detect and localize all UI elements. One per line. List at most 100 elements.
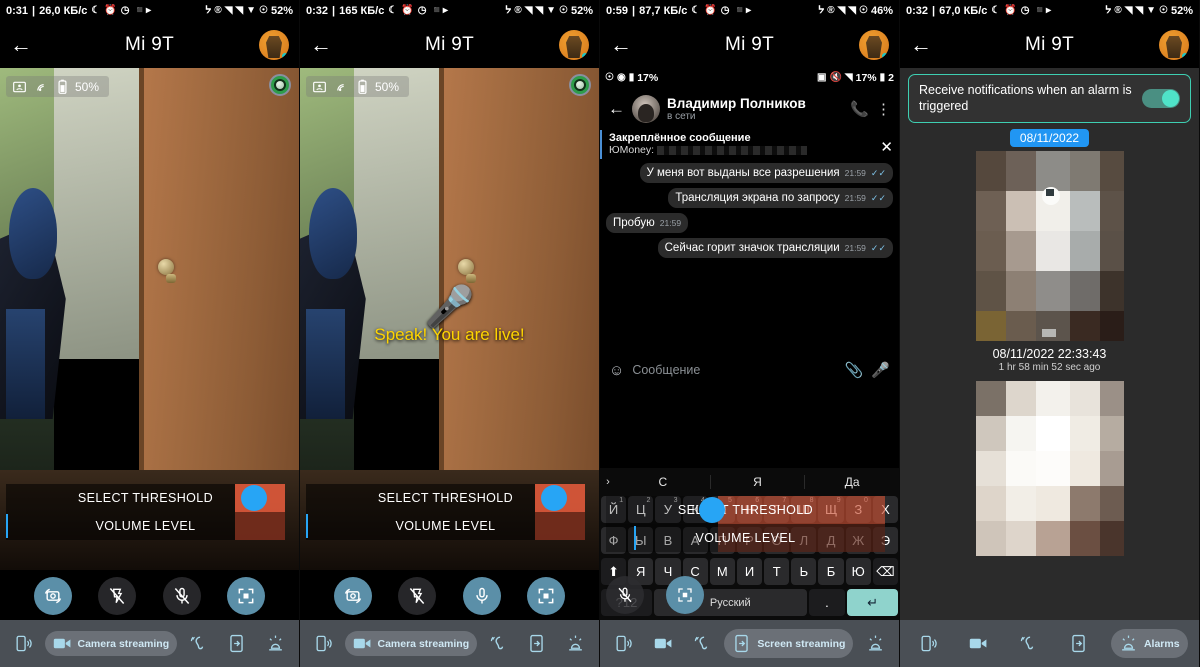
nav-audio-streaming[interactable]	[606, 629, 641, 658]
microphone-icon[interactable]: 🎤	[871, 361, 890, 379]
message-bubble[interactable]: Сейчас горит значок трансляции 21:59 ✓✓	[657, 238, 893, 258]
nav-camera-streaming[interactable]	[961, 631, 996, 656]
video-record-icon: ◾▸	[133, 5, 152, 16]
more-vert-icon[interactable]: ⋮	[876, 100, 891, 118]
back-button[interactable]: ←	[10, 32, 40, 58]
volume-level-row[interactable]: VOLUME LEVEL	[606, 524, 885, 552]
paperclip-icon[interactable]: 📎	[845, 361, 864, 379]
nav-camera-streaming[interactable]: Camera streaming	[344, 631, 478, 656]
key[interactable]: И	[736, 558, 763, 585]
camera-video-view[interactable]: 50% 🎤 Speak! You are live! SELECT THRESH…	[300, 68, 599, 570]
fullscreen-button[interactable]	[526, 577, 565, 615]
flash-off-button[interactable]	[98, 577, 137, 615]
avatar[interactable]	[1159, 30, 1189, 60]
telegram-back-button[interactable]: ←	[608, 99, 625, 119]
volume-level-row[interactable]: VOLUME LEVEL	[306, 512, 585, 540]
mic-on-button[interactable]	[462, 577, 501, 615]
key[interactable]: Т	[764, 558, 790, 585]
nav-alarms[interactable]	[558, 629, 593, 658]
backspace-key[interactable]: ⌫	[872, 558, 899, 585]
flash-off-button[interactable]	[398, 577, 437, 615]
nav-audio-streaming[interactable]	[6, 629, 41, 658]
device-battery-text: 50%	[75, 79, 100, 94]
microphone-icon: 🎤	[424, 284, 475, 329]
volume-level-row[interactable]: VOLUME LEVEL	[6, 512, 285, 540]
enter-key[interactable]: ↵	[847, 589, 898, 616]
nav-alarms[interactable]	[258, 629, 293, 658]
camera-video-view[interactable]: 50% SELECT THRESHOLD VOLUME LEVEL	[0, 68, 299, 570]
select-threshold-row[interactable]: SELECT THRESHOLD	[6, 484, 285, 512]
select-threshold-row[interactable]: SELECT THRESHOLD	[306, 484, 585, 512]
message-bubble[interactable]: У меня вот выданы все разрешения 21:59 ✓…	[639, 163, 893, 183]
phone-sound-icon	[921, 635, 938, 652]
message-input[interactable]: Сообщение	[632, 363, 836, 377]
threshold-slider-knob[interactable]	[699, 497, 726, 523]
nav-alarms[interactable]: Alarms	[1110, 629, 1188, 658]
alarms-list[interactable]: Receive notifications when an alarm is t…	[900, 68, 1199, 620]
nav-screen-streaming[interactable]	[519, 629, 554, 658]
close-icon[interactable]: ✕	[880, 138, 893, 156]
nav-listening[interactable]	[481, 629, 516, 658]
back-button[interactable]: ←	[310, 32, 340, 58]
fullscreen-icon	[238, 588, 254, 604]
keyboard-suggestions: › С Я Да	[600, 470, 899, 494]
notification-toggle[interactable]	[1142, 89, 1180, 109]
webcam-badge-icon[interactable]	[269, 74, 291, 96]
avatar[interactable]	[859, 30, 889, 60]
nav-listening[interactable]	[1011, 629, 1046, 658]
avatar[interactable]	[259, 30, 289, 60]
panel-alarms: 0:32 | 67,0 КБ/c ☾ ⏰ ◷ ◾▸ ᔭ ® ◥ ◥ ▼ ☉ 52…	[900, 0, 1200, 667]
threshold-volume-overlay[interactable]: SELECT THRESHOLD VOLUME LEVEL	[306, 484, 585, 540]
message-input-bar: ☺ Сообщение 📎 🎤	[600, 352, 899, 388]
suggestion-item[interactable]: Я	[711, 475, 806, 489]
threshold-slider-knob[interactable]	[541, 485, 568, 511]
nav-alarms[interactable]	[858, 629, 893, 658]
avatar[interactable]	[559, 30, 589, 60]
key[interactable]: Ю	[845, 558, 871, 585]
threshold-slider-knob[interactable]	[241, 485, 268, 511]
alarm-icon: ⏰	[104, 5, 117, 16]
phone-icon[interactable]: 📞	[850, 100, 869, 118]
alarm-thumbnail[interactable]	[975, 151, 1124, 342]
message-bubble[interactable]: Трансляция экрана по запросу 21:59 ✓✓	[668, 188, 893, 208]
suggestion-item[interactable]: Да	[805, 475, 899, 489]
nav-screen-streaming[interactable]: Screen streaming	[724, 629, 854, 658]
nav-listening[interactable]	[181, 629, 216, 658]
notification-toggle-card[interactable]: Receive notifications when an alarm is t…	[908, 74, 1191, 124]
fullscreen-button[interactable]	[226, 577, 265, 615]
nav-audio-streaming[interactable]	[911, 629, 946, 658]
switch-camera-button[interactable]	[34, 577, 73, 615]
contact-avatar[interactable]	[632, 95, 660, 123]
threshold-volume-overlay[interactable]: SELECT THRESHOLD VOLUME LEVEL	[606, 496, 885, 552]
screen-share-icon	[1072, 634, 1085, 653]
switch-camera-button[interactable]	[334, 577, 373, 615]
nav-screen-streaming[interactable]	[219, 629, 254, 658]
key[interactable]: М	[709, 558, 735, 585]
online-dot	[582, 53, 588, 59]
period-key[interactable]: .	[808, 589, 846, 616]
select-threshold-row[interactable]: SELECT THRESHOLD	[606, 496, 885, 524]
nav-camera-streaming[interactable]	[646, 631, 681, 656]
webcam-badge-icon[interactable]	[569, 74, 591, 96]
mirrored-screen-view[interactable]: ☉ ◉ ▮ 17% ▣ 🔇 ◥ 17% ▮ 2 ← Владимир Полни…	[600, 68, 899, 620]
nav-listening[interactable]	[685, 629, 720, 658]
message-bubble[interactable]: Пробую 21:59	[606, 213, 689, 233]
mic-off-button[interactable]	[162, 577, 201, 615]
pinned-message[interactable]: Закреплённое сообщение ЮMoney: ✕	[600, 130, 899, 159]
online-dot	[1182, 53, 1188, 59]
suggestion-item[interactable]: С	[616, 475, 711, 489]
key[interactable]: Б	[818, 558, 844, 585]
fullscreen-button[interactable]	[666, 576, 704, 614]
nav-screen-streaming[interactable]	[1061, 629, 1096, 658]
back-button[interactable]: ←	[610, 32, 640, 58]
mic-off-button[interactable]	[606, 576, 644, 614]
emoji-icon[interactable]: ☺	[609, 362, 624, 379]
video-record-icon: ◾▸	[1033, 5, 1052, 16]
alarm-thumbnail[interactable]	[975, 381, 1124, 557]
chevron-right-icon[interactable]: ›	[600, 476, 616, 488]
threshold-volume-overlay[interactable]: SELECT THRESHOLD VOLUME LEVEL	[6, 484, 285, 540]
back-button[interactable]: ←	[910, 32, 940, 58]
nav-camera-streaming[interactable]: Camera streaming	[44, 631, 178, 656]
nav-audio-streaming[interactable]	[306, 629, 341, 658]
key[interactable]: Ь	[791, 558, 817, 585]
